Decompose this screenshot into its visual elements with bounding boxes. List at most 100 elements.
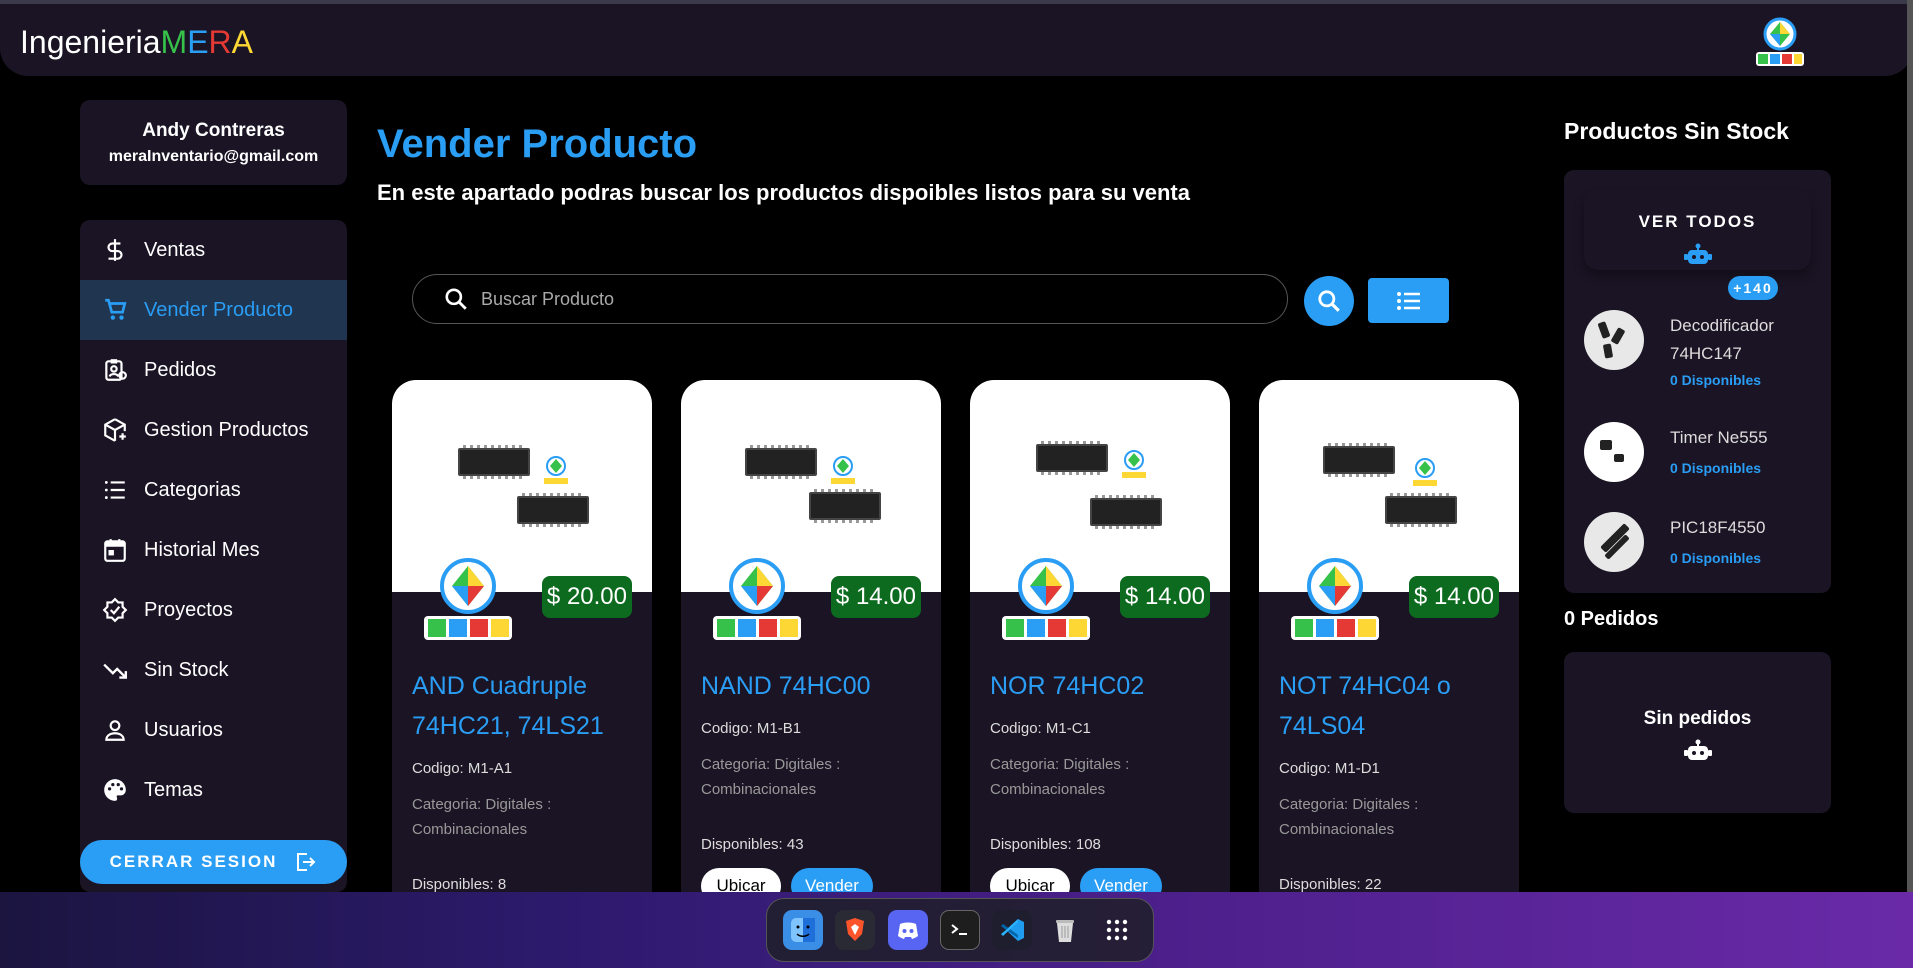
- logout-label: CERRAR SESION: [109, 852, 278, 871]
- brave-icon[interactable]: [835, 910, 876, 950]
- sidebar-item-temas[interactable]: Temas: [80, 760, 347, 820]
- vscode-icon[interactable]: [992, 910, 1033, 950]
- cart-icon: [100, 295, 130, 325]
- sidebar-item-vender-producto[interactable]: Vender Producto: [80, 280, 347, 340]
- finder-icon[interactable]: [783, 910, 824, 950]
- sidebar-item-label: Pedidos: [144, 358, 217, 381]
- ver-todos-button[interactable]: VER TODOS +140: [1584, 190, 1811, 300]
- orders-panel: Sin pedidos: [1564, 652, 1831, 813]
- product-stock: Disponibles: 43: [701, 836, 804, 853]
- product-thumbnail: [1584, 422, 1644, 482]
- search-bar[interactable]: [412, 274, 1288, 324]
- app-dock: [766, 898, 1154, 962]
- brand-letter-m: M: [160, 24, 188, 60]
- sidebar-item-label: Sin Stock: [144, 658, 229, 681]
- product-category: Categoria: Digitales : Combinacionales: [990, 756, 1130, 798]
- product-price: $ 14.00: [830, 576, 921, 618]
- sidebar-item-historial-mes[interactable]: Historial Mes: [80, 520, 347, 580]
- top-bar: IngenieriaMERA: [0, 0, 1913, 76]
- mera-logo-icon: [1002, 558, 1090, 640]
- product-title[interactable]: AND Cuadruple 74HC21, 74LS21: [412, 666, 637, 746]
- brand-letter-a: A: [231, 24, 253, 60]
- product-card: $ 14.00 NOT 74HC04 o 74LS04 Codigo: M1-D…: [1259, 380, 1519, 900]
- profile-name: Andy Contreras: [142, 120, 285, 141]
- search-icon: [1318, 290, 1340, 312]
- sidebar-item-label: Temas: [144, 778, 203, 801]
- product-card: $ 14.00 NOR 74HC02 Codigo: M1-C1 Categor…: [970, 380, 1230, 900]
- clipboard-person-icon: [100, 355, 130, 385]
- product-category: Categoria: Digitales : Combinacionales: [701, 756, 841, 798]
- list-view-button[interactable]: [1368, 278, 1449, 323]
- product-card: $ 20.00 AND Cuadruple 74HC21, 74LS21 Cod…: [392, 380, 652, 900]
- search-input[interactable]: [481, 288, 1181, 310]
- sidebar-item-label: Vender Producto: [144, 298, 293, 321]
- product-price: $ 20.00: [541, 576, 632, 618]
- sidebar-item-label: Ventas: [144, 238, 206, 261]
- sidebar-item-label: Gestion Productos: [144, 418, 309, 441]
- brand-prefix: Ingenieria: [20, 24, 161, 60]
- sidebar-item-categorias[interactable]: Categorias: [80, 460, 347, 520]
- item-name: PIC18F4550: [1670, 518, 1766, 537]
- sidebar-item-pedidos[interactable]: Pedidos: [80, 340, 347, 400]
- out-of-stock-item[interactable]: PIC18F4550 0 Disponibles: [1584, 512, 1824, 576]
- launchpad-icon[interactable]: [1097, 910, 1137, 950]
- out-of-stock-item[interactable]: Decodificador 74HC147 0 Disponibles: [1584, 310, 1824, 388]
- logout-icon: [297, 853, 316, 871]
- sidebar-item-sin-stock[interactable]: Sin Stock: [80, 640, 347, 700]
- sidebar-item-gestion-productos[interactable]: Gestion Productos: [80, 400, 347, 460]
- calendar-icon: [100, 535, 130, 565]
- product-title[interactable]: NAND 74HC00: [701, 666, 926, 706]
- badge-check-icon: [100, 595, 130, 625]
- list-icon: [1396, 291, 1420, 310]
- item-availability: 0 Disponibles: [1670, 550, 1762, 566]
- terminal-icon[interactable]: [939, 910, 980, 950]
- page-subtitle: En este apartado podras buscar los produ…: [377, 180, 1190, 205]
- item-availability: 0 Disponibles: [1670, 372, 1762, 388]
- product-code: Codigo: M1-D1: [1279, 760, 1380, 777]
- sidebar-item-usuarios[interactable]: Usuarios: [80, 700, 347, 760]
- count-badge: +140: [1728, 276, 1778, 300]
- product-thumbnail: [1584, 512, 1644, 572]
- mera-logo-icon: [713, 558, 801, 640]
- trash-icon[interactable]: [1045, 910, 1085, 950]
- item-name: Decodificador 74HC147: [1670, 316, 1774, 363]
- ver-todos-label: VER TODOS: [1638, 212, 1757, 231]
- sidebar-item-ventas[interactable]: Ventas: [80, 220, 347, 280]
- product-title[interactable]: NOT 74HC04 o 74LS04: [1279, 666, 1504, 746]
- list-icon: [100, 475, 130, 505]
- page-scrollbar[interactable]: [1907, 0, 1913, 892]
- search-button[interactable]: [1304, 276, 1354, 326]
- sidebar-item-label: Proyectos: [144, 598, 233, 621]
- product-price: $ 14.00: [1119, 576, 1210, 618]
- mera-logo-icon[interactable]: [1752, 16, 1808, 68]
- product-card: $ 14.00 NAND 74HC00 Codigo: M1-B1 Catego…: [681, 380, 941, 900]
- sidebar-item-label: Categorias: [144, 478, 241, 501]
- discord-icon[interactable]: [887, 910, 928, 950]
- box-plus-icon: [100, 415, 130, 445]
- product-code: Codigo: M1-B1: [701, 720, 802, 737]
- product-stock: Disponibles: 108: [990, 836, 1101, 853]
- product-category: Categoria: Digitales : Combinacionales: [1279, 796, 1419, 838]
- sidebar-item-proyectos[interactable]: Proyectos: [80, 580, 347, 640]
- brand-letter-r: R: [208, 24, 232, 60]
- trending-down-icon: [100, 655, 130, 685]
- user-profile-card: Andy Contreras meraInventario@gmail.com: [80, 100, 347, 185]
- profile-email: meraInventario@gmail.com: [108, 148, 319, 165]
- logout-button[interactable]: CERRAR SESION: [80, 840, 347, 884]
- mera-logo-icon: [424, 558, 512, 640]
- brand-title[interactable]: IngenieriaMERA: [20, 24, 253, 61]
- robot-icon: [1683, 739, 1712, 760]
- product-code: Codigo: M1-A1: [412, 760, 513, 777]
- product-thumbnail: [1584, 310, 1644, 370]
- sidebar-item-label: Historial Mes: [144, 538, 260, 561]
- item-availability: 0 Disponibles: [1670, 460, 1762, 476]
- brand-letter-e: E: [187, 24, 209, 60]
- out-of-stock-title: Productos Sin Stock: [1564, 118, 1789, 144]
- orders-title: 0 Pedidos: [1564, 608, 1659, 630]
- product-price: $ 14.00: [1408, 576, 1499, 618]
- product-code: Codigo: M1-C1: [990, 720, 1091, 737]
- product-title[interactable]: NOR 74HC02: [990, 666, 1215, 706]
- out-of-stock-item[interactable]: Timer Ne555 0 Disponibles: [1584, 422, 1824, 486]
- search-icon: [445, 288, 467, 310]
- no-orders-text: Sin pedidos: [1643, 708, 1752, 729]
